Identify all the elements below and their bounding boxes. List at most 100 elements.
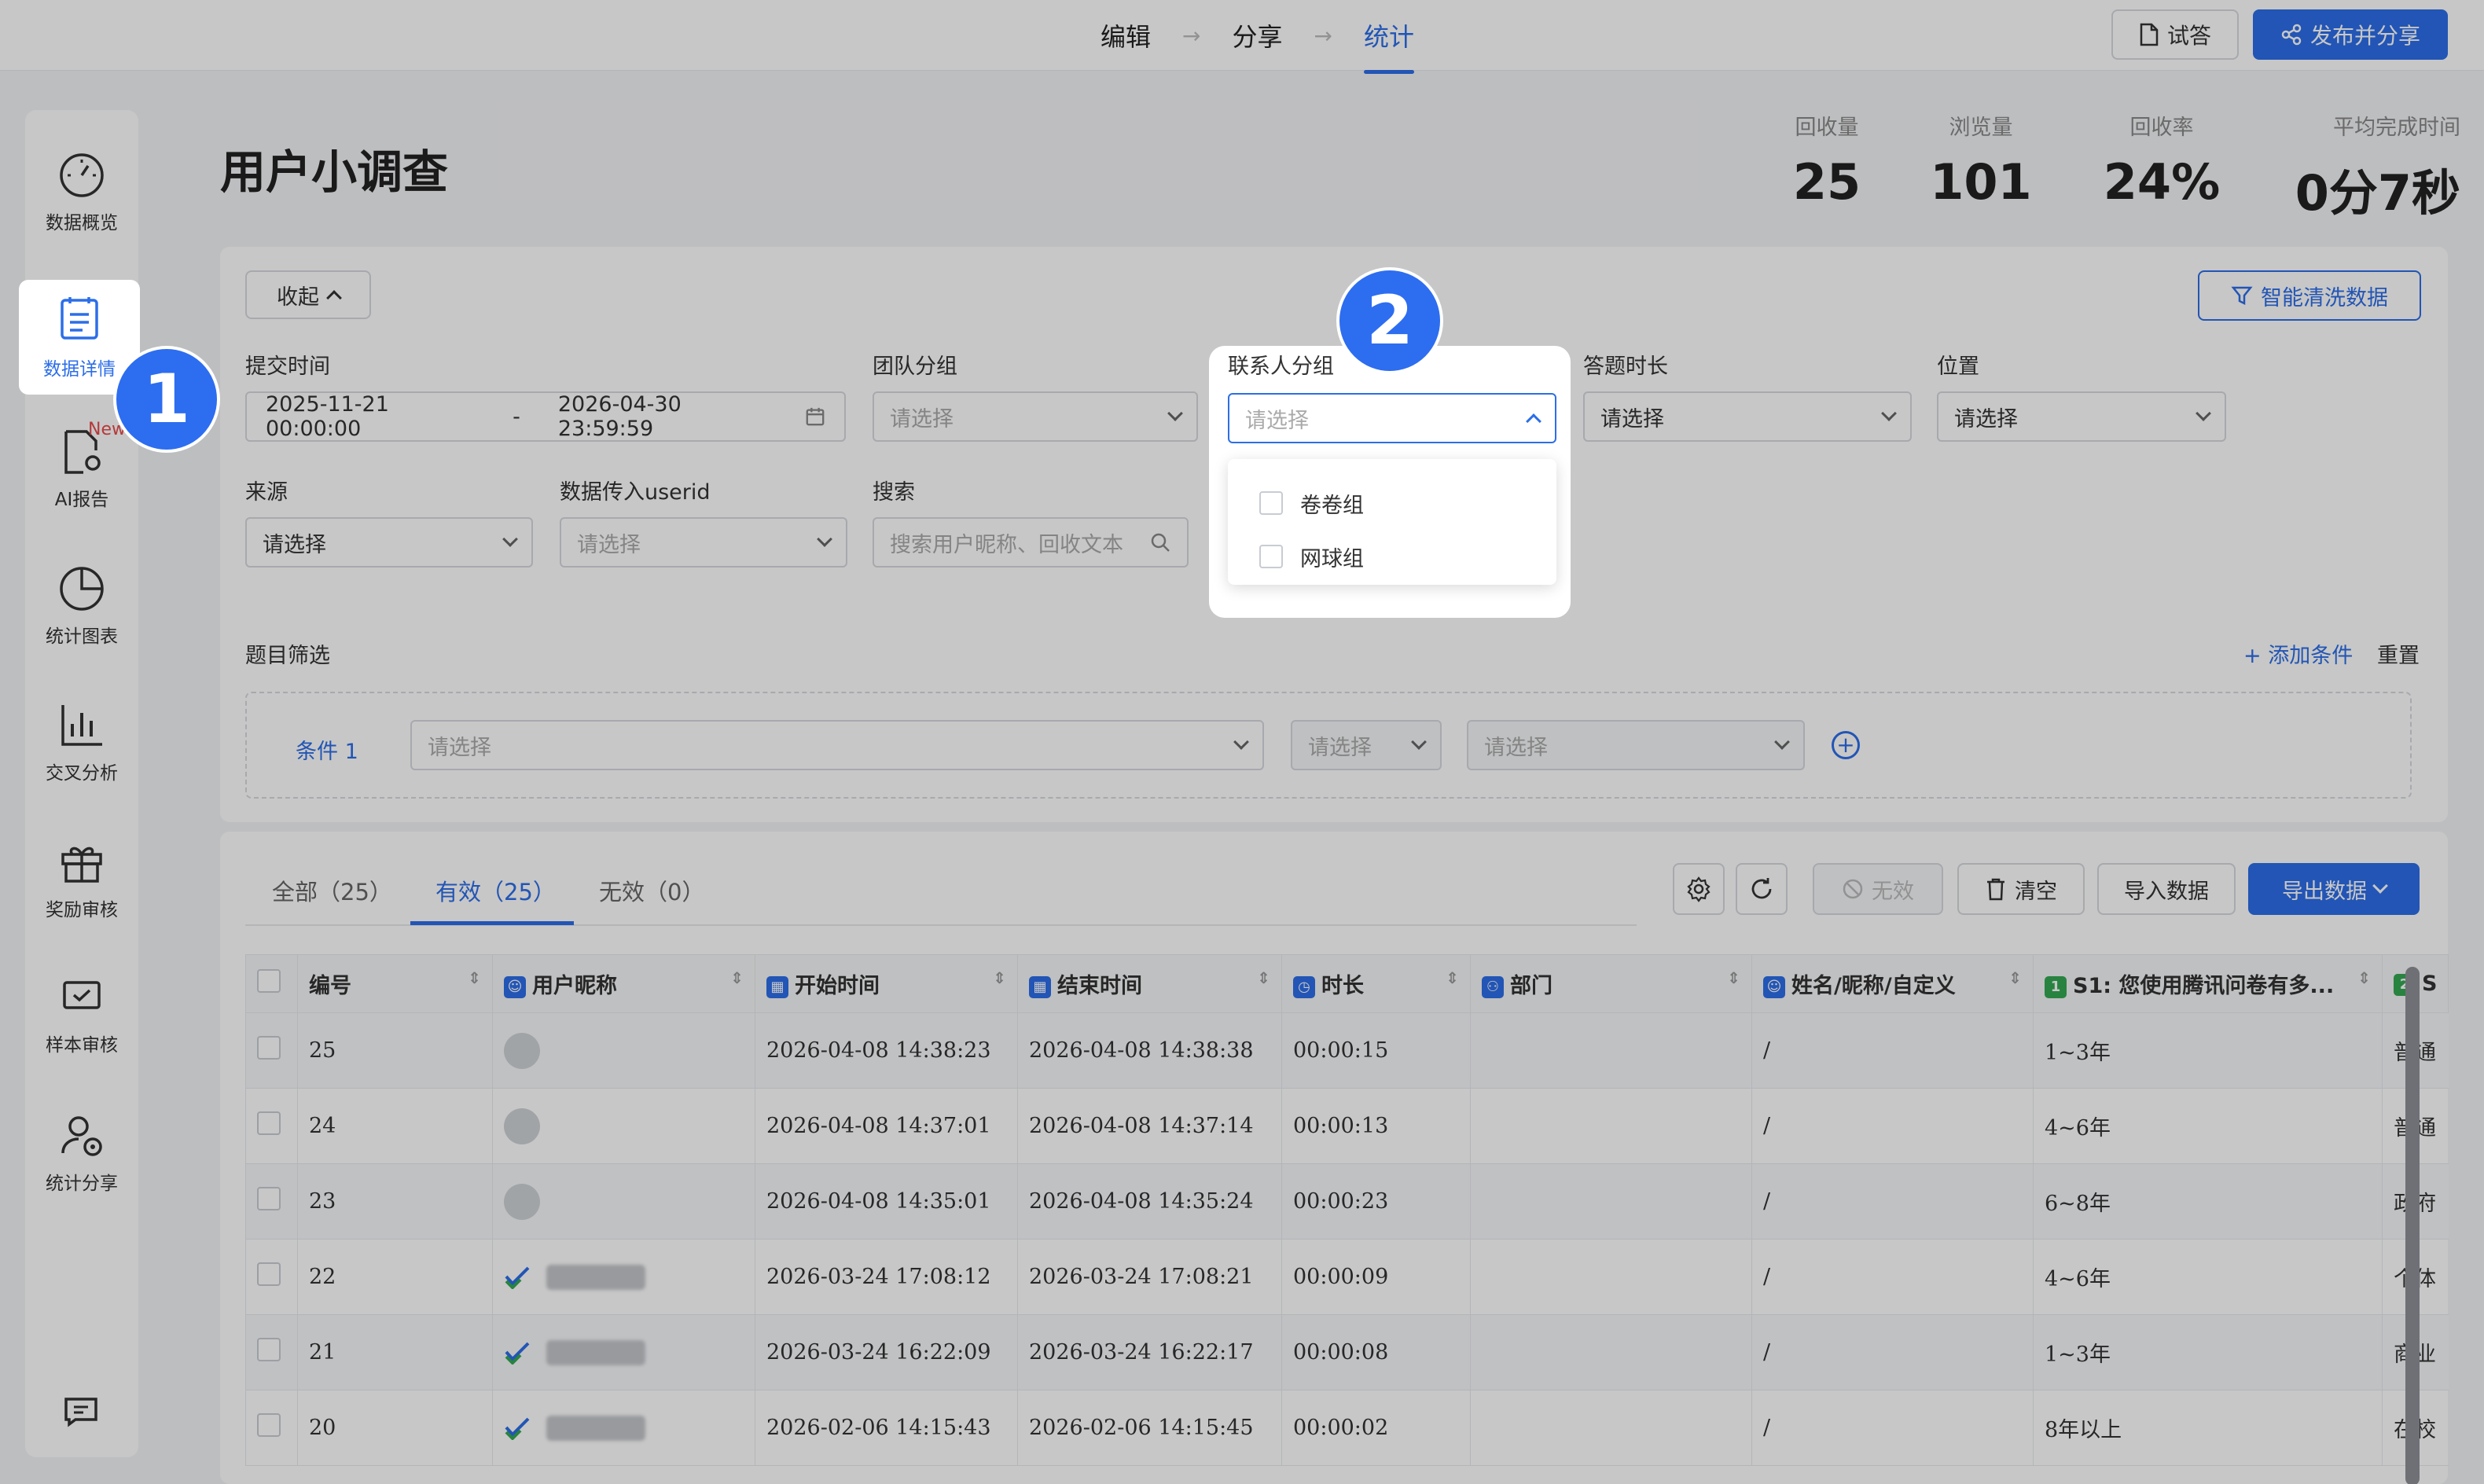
option-checkbox[interactable]	[1259, 491, 1283, 515]
table-row[interactable]: 23 2026-04-08 14:35:01 2026-04-08 14:35:24…	[245, 1163, 2449, 1240]
stat-avg-time: 平均完成时间 0分7秒	[2280, 110, 2460, 224]
column-label: 结束时间	[1057, 974, 1142, 998]
sidebar-item-overview[interactable]: 数据概览	[25, 134, 138, 252]
select-all-checkbox[interactable]	[257, 969, 281, 993]
col-header-duration[interactable]: ◷ 时长 ⇕	[1281, 954, 1471, 1013]
step-share[interactable]: 分享	[1232, 17, 1282, 53]
location-select[interactable]: 请选择	[1937, 391, 2226, 442]
source-select[interactable]: 请选择	[245, 517, 533, 568]
publish-share-button[interactable]: 发布并分享	[2253, 9, 2448, 60]
table-row[interactable]: 21 2026-03-24 16:22:09 2026-03-24 16:22:17…	[245, 1314, 2449, 1390]
top-bar: 编辑 → 分享 → 统计 试答 发布并分享	[0, 0, 2484, 74]
option-checkbox[interactable]	[1259, 545, 1283, 568]
add-condition-link[interactable]: + 添加条件	[2243, 638, 2353, 669]
col-header-department[interactable]: ⚇ 部门 ⇕	[1470, 954, 1752, 1013]
sidebar-item-stats-share[interactable]: 统计分享	[25, 1094, 138, 1212]
sort-icon[interactable]: ⇕	[1727, 968, 1740, 987]
chevron-down-icon	[1411, 734, 1427, 750]
userid-select[interactable]: 请选择	[560, 517, 847, 568]
row-checkbox[interactable]	[257, 1413, 281, 1437]
sort-icon[interactable]: ⇕	[468, 968, 481, 987]
bar-chart-icon	[57, 701, 106, 750]
row-select-cell	[245, 1163, 298, 1240]
select-placeholder: 请选择	[1308, 735, 1372, 760]
col-header-end[interactable]: ▦ 结束时间 ⇕	[1017, 954, 1282, 1013]
step-stats[interactable]: 统计	[1363, 17, 1414, 74]
option-juanjuan-group[interactable]: 卷卷组	[1228, 476, 1556, 530]
condition-value-select[interactable]: 请选择	[1467, 720, 1805, 770]
arrow-right-icon: →	[1182, 22, 1201, 49]
sidebar-item-reward-review[interactable]: 奖励审核	[25, 821, 138, 939]
search-input[interactable]: 搜索用户昵称、回收文本	[873, 517, 1189, 568]
add-condition-plus-icon[interactable]: +	[1832, 731, 1860, 759]
answer-duration-select[interactable]: 请选择	[1583, 391, 1912, 442]
row-checkbox[interactable]	[257, 1338, 281, 1361]
team-group-select[interactable]: 请选择	[873, 391, 1198, 442]
refresh-button[interactable]	[1736, 863, 1788, 915]
cell-department	[1470, 1314, 1752, 1390]
date-start: 2025-11-21 00:00:00	[266, 392, 389, 441]
invalid-button[interactable]: 无效	[1813, 863, 1943, 915]
select-placeholder: 请选择	[577, 532, 641, 557]
cell-end-time: 2026-04-08 14:37:14	[1017, 1088, 1282, 1164]
sort-icon[interactable]: ⇕	[730, 968, 744, 987]
tab-valid[interactable]: 有效（25）	[435, 874, 556, 907]
cell-name: /	[1751, 1390, 2034, 1466]
org-icon: ⚇	[1482, 975, 1504, 998]
submit-time-label: 提交时间	[245, 354, 330, 379]
col-header-start[interactable]: ▦ 开始时间 ⇕	[755, 954, 1018, 1013]
smart-clean-button[interactable]: 智能清洗数据	[2198, 270, 2421, 321]
table-scrollbar[interactable]	[2405, 967, 2420, 1484]
cell-duration: 00:00:13	[1281, 1088, 1471, 1164]
col-header-id[interactable]: 编号 ⇕	[297, 954, 493, 1013]
sidebar-item-cross-analysis[interactable]: 交叉分析	[25, 684, 138, 802]
row-checkbox[interactable]	[257, 1187, 281, 1210]
table-row[interactable]: 20 2026-02-06 14:15:43 2026-02-06 14:15:45…	[245, 1390, 2449, 1466]
search-label: 搜索	[873, 480, 915, 505]
cell-duration: 00:00:23	[1281, 1163, 1471, 1240]
table-row[interactable]: 22 2026-03-24 17:08:12 2026-03-24 17:08:21…	[245, 1239, 2449, 1315]
condition-question-select[interactable]: 请选择	[410, 720, 1264, 770]
date-range-picker[interactable]: 2025-11-21 00:00:00 - 2026-04-30 23:59:5…	[245, 391, 846, 442]
stat-label: 平均完成时间	[2333, 116, 2460, 140]
col-header-s1[interactable]: 1 S1: 您使用腾讯问卷有多... ⇕	[2033, 954, 2383, 1013]
col-header-nickname[interactable]: ☺ 用户昵称 ⇕	[492, 954, 755, 1013]
row-checkbox[interactable]	[257, 1036, 281, 1060]
cell-department	[1470, 1239, 1752, 1315]
sidebar-item-charts[interactable]: 统计图表	[25, 547, 138, 665]
collapse-button[interactable]: 收起	[245, 270, 371, 319]
table-row[interactable]: 24 2026-04-08 14:37:01 2026-04-08 14:37:14…	[245, 1088, 2449, 1164]
table-row[interactable]: 25 2026-04-08 14:38:23 2026-04-08 14:38:38…	[245, 1012, 2449, 1089]
row-checkbox[interactable]	[257, 1111, 281, 1135]
option-tennis-group[interactable]: 网球组	[1228, 530, 1556, 583]
row-select-cell	[245, 1239, 298, 1315]
feedback-icon[interactable]	[63, 1396, 99, 1431]
stat-label: 回收率	[2129, 116, 2194, 140]
stat-value: 24%	[2103, 153, 2221, 211]
avatar	[504, 1032, 540, 1069]
tab-all[interactable]: 全部（25）	[272, 874, 392, 907]
contact-group-select[interactable]: 请选择	[1228, 393, 1556, 443]
sort-icon[interactable]: ⇕	[2008, 968, 2022, 987]
select-value: 请选择	[263, 532, 326, 557]
sort-icon[interactable]: ⇕	[1257, 968, 1270, 987]
cell-start-time: 2026-03-24 17:08:12	[755, 1239, 1018, 1315]
reset-link[interactable]: 重置	[2377, 638, 2420, 669]
annotation-badge-1: 1	[113, 346, 220, 453]
sidebar-item-sample-review[interactable]: 样本审核	[25, 956, 138, 1074]
settings-button[interactable]	[1673, 863, 1725, 915]
row-checkbox[interactable]	[257, 1262, 281, 1286]
question-number-icon: 1	[2045, 975, 2067, 998]
col-header-name[interactable]: ☺ 姓名/昵称/自定义 ⇕	[1751, 954, 2034, 1013]
sort-icon[interactable]: ⇕	[993, 968, 1006, 987]
clear-button[interactable]: 清空	[1957, 863, 2085, 915]
select-placeholder: 请选择	[1245, 408, 1309, 433]
condition-operator-select[interactable]: 请选择	[1291, 720, 1442, 770]
export-data-button[interactable]: 导出数据	[2248, 863, 2420, 915]
step-edit[interactable]: 编辑	[1101, 17, 1151, 53]
preview-button[interactable]: 试答	[2111, 9, 2239, 60]
tab-invalid[interactable]: 无效（0）	[599, 874, 704, 907]
sort-icon[interactable]: ⇕	[1446, 968, 1459, 987]
import-data-button[interactable]: 导入数据	[2097, 863, 2236, 915]
sort-icon[interactable]: ⇕	[2357, 968, 2371, 987]
